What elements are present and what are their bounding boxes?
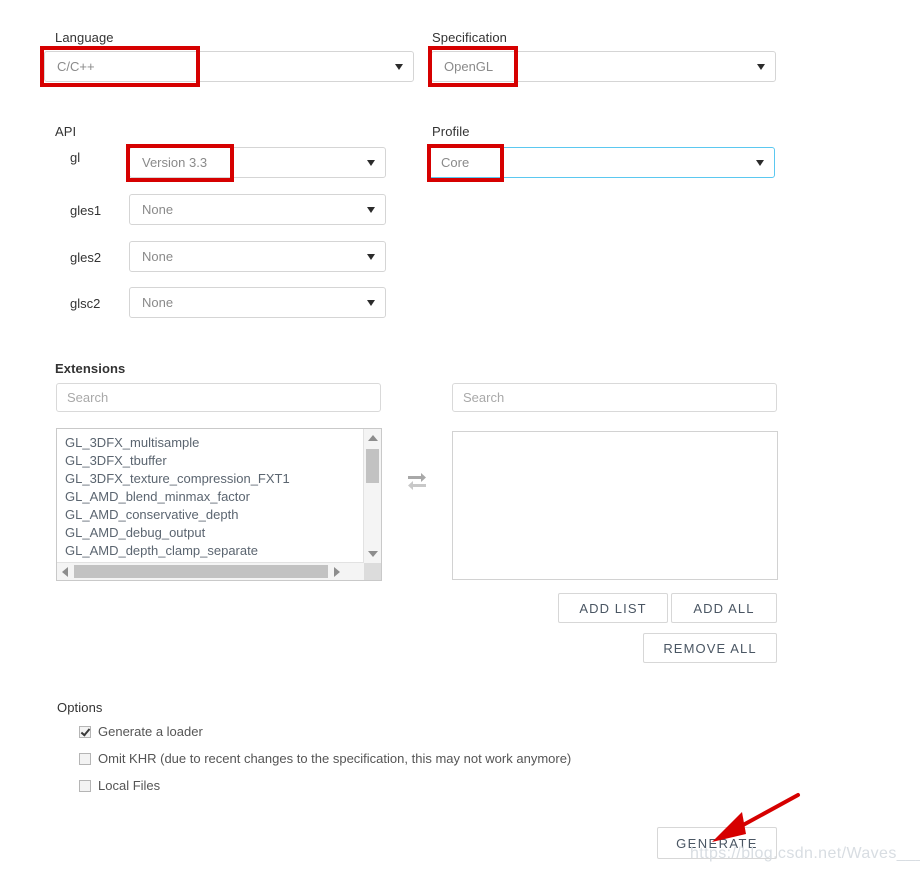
- generate-button[interactable]: GENERATE: [657, 827, 777, 859]
- available-list-vertical-scrollbar[interactable]: [363, 429, 381, 563]
- specification-select-value: OpenGL: [444, 59, 494, 74]
- scroll-right-arrow-icon[interactable]: [334, 566, 340, 577]
- list-item[interactable]: GL_3DFX_multisample: [65, 434, 364, 452]
- scroll-down-arrow-icon[interactable]: [367, 551, 378, 557]
- specification-select[interactable]: OpenGL: [431, 51, 776, 82]
- api-row-label-glsc2: glsc2: [70, 296, 101, 311]
- profile-select[interactable]: Core: [428, 147, 775, 178]
- chevron-down-icon: [367, 206, 375, 213]
- list-item[interactable]: GL_3DFX_texture_compression_FXT1: [65, 470, 364, 488]
- chevron-down-icon: [757, 63, 765, 70]
- list-item[interactable]: GL_AMD_conservative_depth: [65, 506, 364, 524]
- extensions-selected-list-items: [453, 432, 777, 579]
- list-item[interactable]: GL_AMD_depth_clamp_separate: [65, 542, 364, 560]
- api-row-label-gles2: gles2: [70, 250, 102, 265]
- options-label: Options: [57, 700, 103, 715]
- api-select-gles1[interactable]: None: [129, 194, 386, 225]
- checkbox-generate-loader[interactable]: [79, 725, 91, 738]
- chevron-down-icon: [367, 159, 375, 166]
- horizontal-scroll-thumb[interactable]: [74, 565, 328, 578]
- profile-select-value: Core: [441, 155, 470, 170]
- api-select-glsc2[interactable]: None: [129, 287, 386, 318]
- list-item[interactable]: GL_AMD_blend_minmax_factor: [65, 488, 364, 506]
- extensions-available-search-input[interactable]: [56, 383, 381, 412]
- scrollbar-corner: [364, 563, 381, 580]
- extensions-available-list-items: GL_3DFX_multisample GL_3DFX_tbuffer GL_3…: [57, 429, 364, 563]
- checkbox-omit-khr[interactable]: [79, 752, 91, 765]
- add-all-button[interactable]: ADD ALL: [671, 593, 777, 623]
- chevron-down-icon: [395, 63, 403, 70]
- list-item[interactable]: GL_3DFX_tbuffer: [65, 452, 364, 470]
- generate-button-label: GENERATE: [676, 835, 758, 851]
- chevron-down-icon: [367, 253, 375, 260]
- api-select-gles1-value: None: [142, 202, 174, 217]
- checkbox-local-files[interactable]: [79, 779, 91, 792]
- language-select[interactable]: C/C++: [44, 51, 414, 82]
- option-generate-loader-label: Generate a loader: [98, 724, 203, 739]
- api-label: API: [55, 124, 77, 139]
- api-select-gl[interactable]: Version 3.3: [129, 147, 386, 178]
- option-omit-khr-label: Omit KHR (due to recent changes to the s…: [98, 751, 572, 766]
- api-row-label-gl: gl: [70, 150, 81, 165]
- extensions-available-list[interactable]: GL_3DFX_multisample GL_3DFX_tbuffer GL_3…: [56, 428, 382, 581]
- option-local-files[interactable]: Local Files: [79, 778, 160, 793]
- vertical-scroll-thumb[interactable]: [366, 449, 379, 483]
- list-item[interactable]: GL_AMD_debug_output: [65, 524, 364, 542]
- extensions-label: Extensions: [55, 361, 126, 376]
- api-select-gles2-value: None: [142, 249, 174, 264]
- chevron-down-icon: [367, 299, 375, 306]
- remove-all-button-label: REMOVE ALL: [663, 640, 757, 656]
- available-list-horizontal-scrollbar[interactable]: [57, 562, 364, 580]
- profile-label: Profile: [432, 124, 470, 139]
- extensions-selected-list[interactable]: [452, 431, 778, 580]
- api-select-gles2[interactable]: None: [129, 241, 386, 272]
- option-generate-loader[interactable]: Generate a loader: [79, 724, 203, 739]
- scroll-up-arrow-icon[interactable]: [367, 435, 378, 441]
- add-all-button-label: ADD ALL: [693, 600, 755, 616]
- extensions-selected-search-input[interactable]: [452, 383, 777, 412]
- add-list-button[interactable]: ADD LIST: [558, 593, 668, 623]
- language-label: Language: [55, 30, 114, 45]
- glad-generator-form: Language C/C++ Specification OpenGL API …: [0, 0, 920, 871]
- api-select-glsc2-value: None: [142, 295, 174, 310]
- language-select-value: C/C++: [57, 59, 95, 74]
- option-omit-khr[interactable]: Omit KHR (due to recent changes to the s…: [79, 751, 571, 766]
- scroll-left-arrow-icon[interactable]: [62, 566, 68, 577]
- api-row-label-gles1: gles1: [70, 203, 102, 218]
- api-select-gl-value: Version 3.3: [142, 155, 208, 170]
- exchange-arrows-icon[interactable]: [405, 468, 429, 492]
- add-list-button-label: ADD LIST: [579, 600, 647, 616]
- option-local-files-label: Local Files: [98, 778, 161, 793]
- remove-all-button[interactable]: REMOVE ALL: [643, 633, 777, 663]
- specification-label: Specification: [432, 30, 508, 45]
- chevron-down-icon: [756, 159, 764, 166]
